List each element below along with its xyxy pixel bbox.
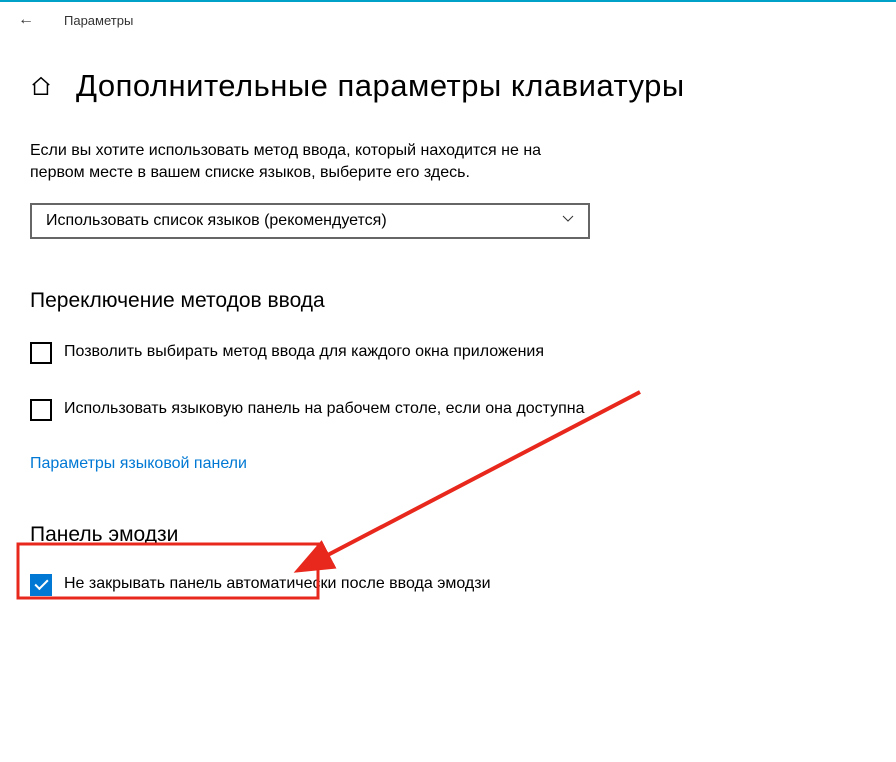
titlebar-label: Параметры: [64, 13, 133, 28]
titlebar: ← Параметры: [0, 2, 896, 38]
emoji-section: Панель эмодзи Не закрывать панель автома…: [30, 523, 866, 596]
checkbox-emoji-label: Не закрывать панель автоматически после …: [64, 573, 491, 595]
language-bar-options-link[interactable]: Параметры языковой панели: [30, 455, 247, 473]
select-value: Использовать список языков (рекомендуетс…: [46, 212, 387, 230]
checkbox-emoji-row: Не закрывать панель автоматически после …: [30, 573, 590, 596]
content: Дополнительные параметры клавиатуры Если…: [0, 38, 896, 596]
home-icon[interactable]: [30, 75, 52, 97]
default-ime-select[interactable]: Использовать список языков (рекомендуетс…: [30, 203, 590, 239]
checkbox-per-window-label: Позволить выбирать метод ввода для каждо…: [64, 341, 544, 363]
section-switching-title: Переключение методов ввода: [30, 289, 866, 313]
checkbox-langbar-row: Использовать языковую панель на рабочем …: [30, 398, 590, 421]
intro-text: Если вы хотите использовать метод ввода,…: [30, 140, 600, 185]
page-header: Дополнительные параметры клавиатуры: [30, 68, 866, 104]
chevron-down-icon: [562, 213, 574, 228]
checkbox-emoji[interactable]: [30, 574, 52, 596]
checkbox-per-window[interactable]: [30, 342, 52, 364]
checkbox-langbar-label: Использовать языковую панель на рабочем …: [64, 398, 585, 420]
checkbox-per-window-row: Позволить выбирать метод ввода для каждо…: [30, 341, 590, 364]
checkbox-langbar[interactable]: [30, 399, 52, 421]
page-title: Дополнительные параметры клавиатуры: [76, 68, 685, 104]
section-emoji-title: Панель эмодзи: [30, 523, 866, 547]
back-button[interactable]: ←: [18, 11, 34, 29]
